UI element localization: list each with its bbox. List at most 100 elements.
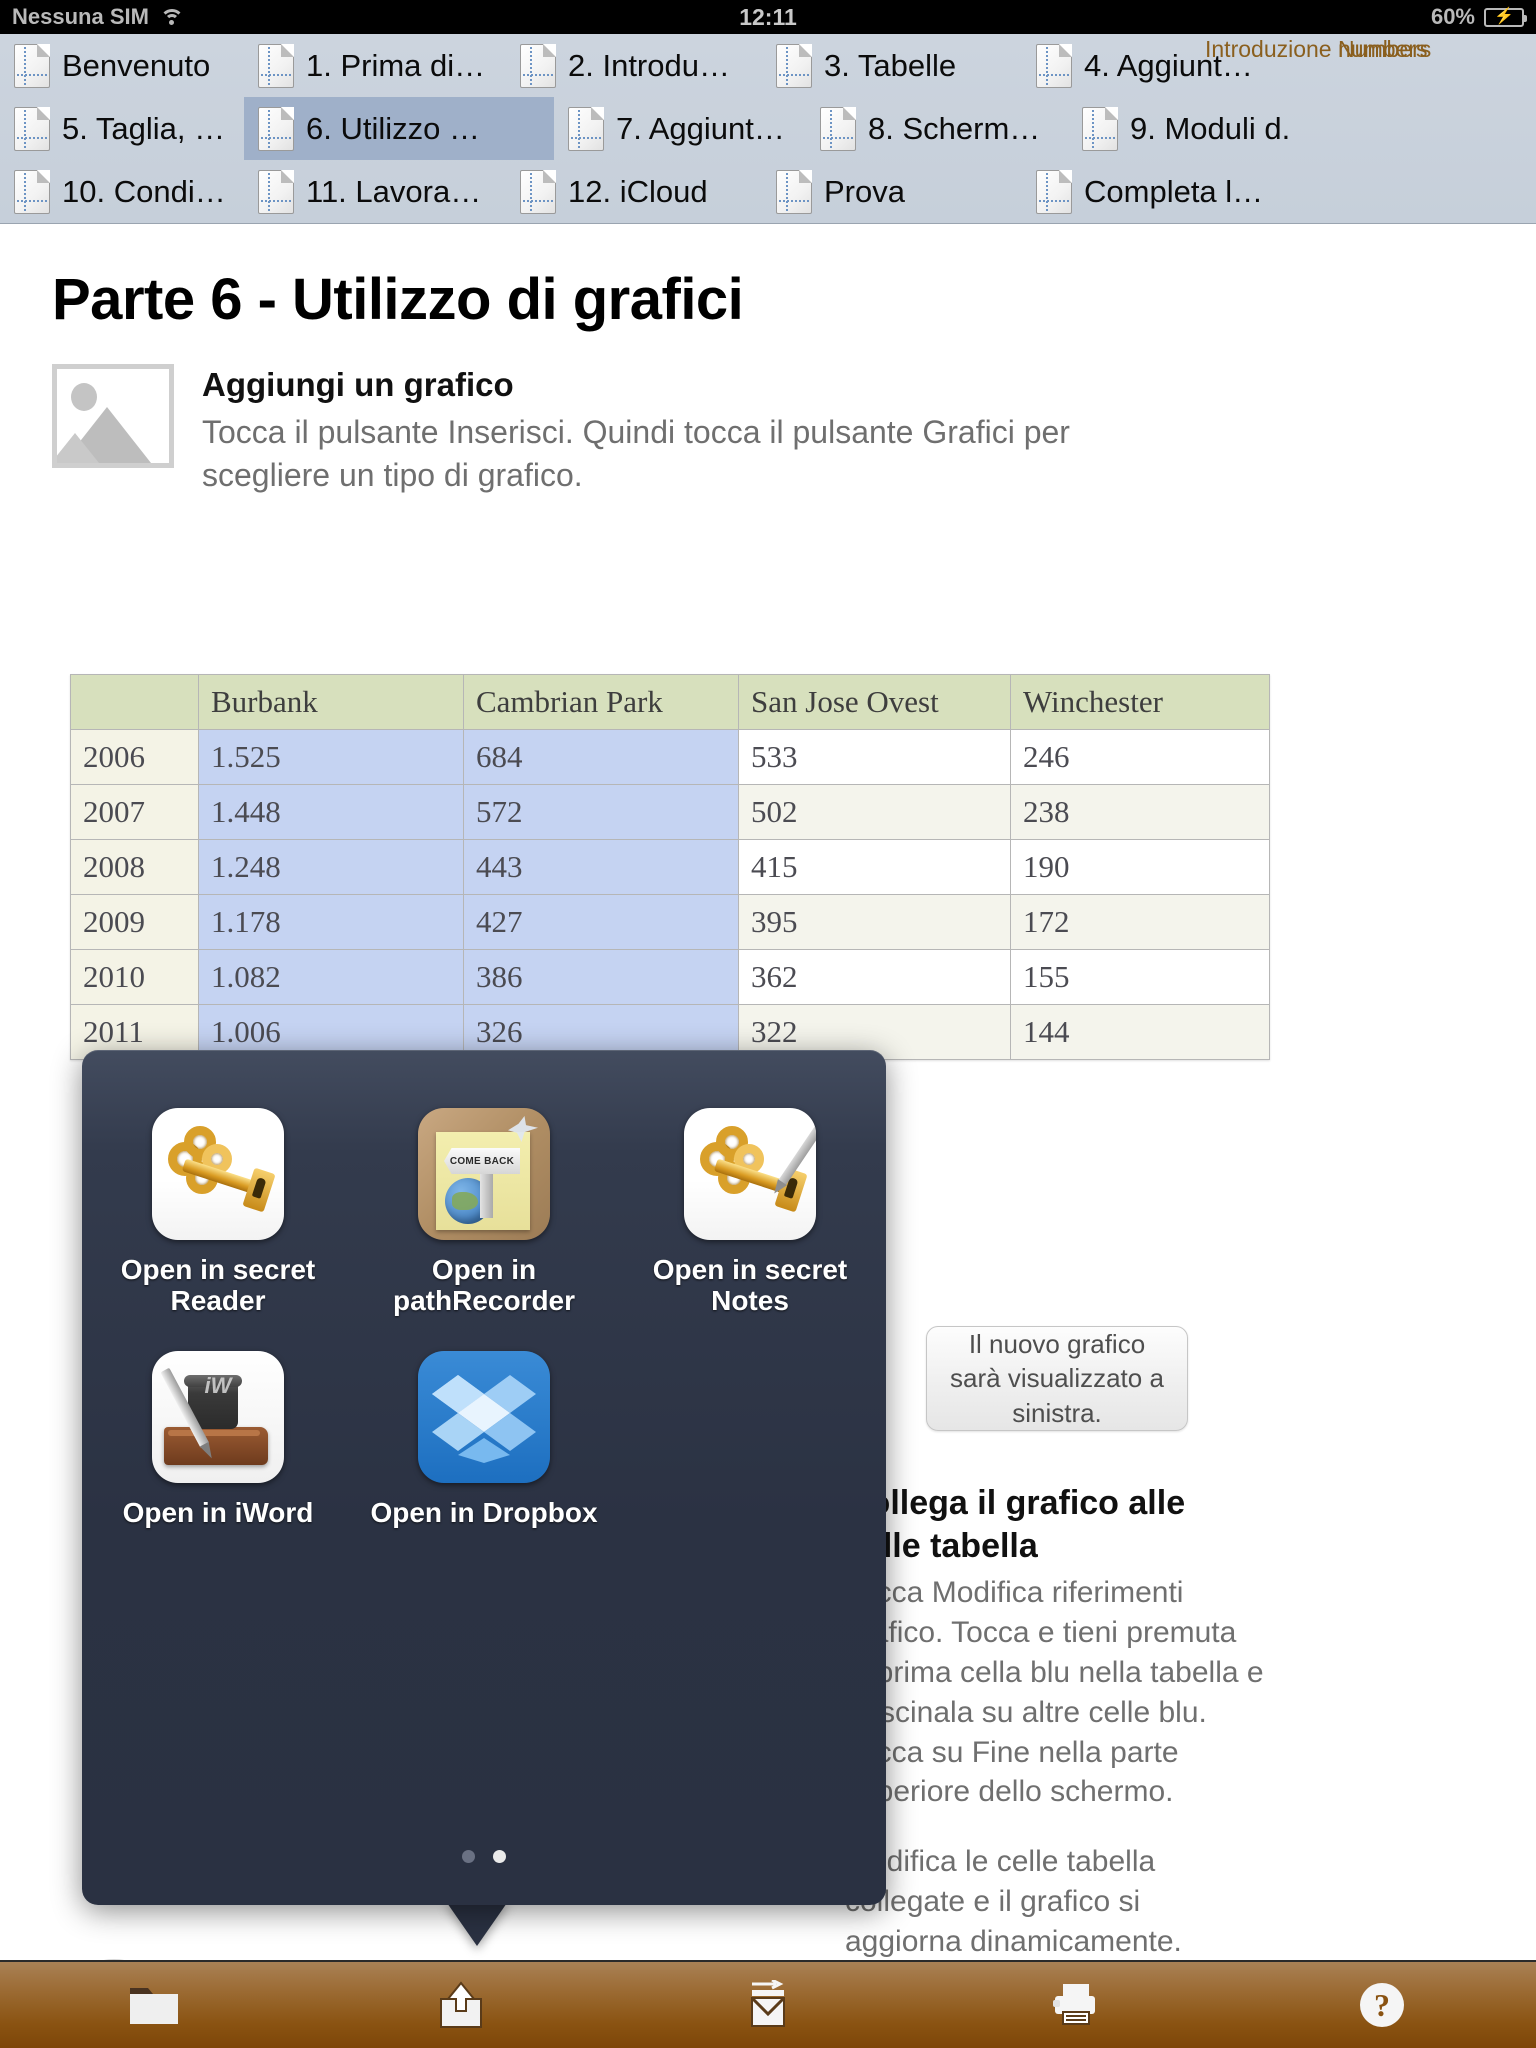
tab-label: 5. Taglia, c… — [62, 110, 226, 146]
tab-tabelle[interactable]: 3. Tabelle — [762, 34, 1022, 97]
tab-schermo[interactable]: 8. Scherm… — [806, 97, 1068, 160]
open-in-secret-reader-button[interactable]: Open in secret Reader — [100, 1108, 336, 1317]
tab-label: 7. Aggiunt… — [616, 110, 785, 146]
add-chart-heading: Aggiungi un grafico — [202, 366, 514, 403]
open-in-iword-button[interactable]: iW Open in iWord — [100, 1350, 336, 1528]
tab-aggiungi-7[interactable]: 7. Aggiunt… — [554, 97, 806, 160]
link-chart-body-2: Modifica le celle tabella collegate e il… — [845, 1845, 1182, 1959]
cell-cambrian-park[interactable]: 684 — [463, 729, 739, 785]
page-dot-1[interactable] — [462, 1850, 475, 1863]
share-export-button[interactable] — [307, 1961, 614, 2048]
tab-moduli[interactable]: 9. Moduli d. — [1068, 97, 1338, 160]
tab-label: 11. Lavora… — [306, 173, 482, 209]
tab-label: 10. Condiv… — [62, 173, 226, 209]
app-label: Open in secret Notes — [652, 1254, 848, 1317]
tab-label: 9. Moduli d. — [1130, 110, 1291, 146]
open-in-share-popover[interactable]: Open in secret Reader COME BACK Open in … — [82, 1050, 886, 1905]
popover-arrow — [445, 1900, 509, 1946]
cell-winchester[interactable]: 155 — [1010, 949, 1270, 1005]
cell-winchester[interactable]: 238 — [1010, 784, 1270, 840]
cell-winchester[interactable]: 190 — [1010, 839, 1270, 895]
table-row[interactable]: 2006 1.525 684 533 246 — [70, 729, 1270, 785]
cell-winchester[interactable]: 246 — [1010, 729, 1270, 785]
cell-burbank[interactable]: 1.082 — [198, 949, 464, 1005]
app-grid: Open in secret Reader COME BACK Open in … — [82, 1108, 886, 1562]
iword-app-icon: iW — [152, 1350, 284, 1483]
tab-lavora[interactable]: 11. Lavora… — [244, 160, 506, 223]
cell-burbank[interactable]: 1.525 — [198, 729, 464, 785]
link-chart-body-1: Tocca Modifica riferimenti grafico. Tocc… — [845, 1576, 1264, 1809]
app-label: Open in secret Reader — [120, 1254, 316, 1317]
data-table[interactable]: Burbank Cambrian Park San Jose Ovest Win… — [70, 674, 1270, 1060]
cell-burbank[interactable]: 1.178 — [198, 894, 464, 950]
app-label: Open in pathRecorder — [392, 1254, 576, 1317]
chart-hint-callout: Il nuovo grafico sarà visualizzato a sin… — [926, 1326, 1188, 1431]
tab-label: 6. Utilizzo … — [306, 110, 480, 146]
battery-charging-icon: ⚡ — [1484, 7, 1527, 27]
table-header-row: Burbank Cambrian Park San Jose Ovest Win… — [70, 674, 1270, 730]
table-row[interactable]: 2007 1.448 572 502 238 — [70, 784, 1270, 840]
status-bar: Nessuna SIM 12:11 60% ⚡ — [0, 0, 1536, 34]
table-header-cambrian-park: Cambrian Park — [463, 674, 739, 730]
folder-icon — [129, 1988, 178, 2024]
document-icon — [258, 43, 294, 88]
document-icon — [1082, 106, 1118, 151]
cell-san-jose-ovest[interactable]: 502 — [738, 784, 1011, 840]
cell-burbank[interactable]: 1.448 — [198, 784, 464, 840]
sign-text: COME BACK — [444, 1148, 520, 1174]
page-dot-2[interactable] — [493, 1850, 506, 1863]
cell-burbank[interactable]: 1.248 — [198, 839, 464, 895]
tab-label: 12. iCloud — [568, 173, 708, 209]
clock-label: 12:11 — [739, 3, 797, 30]
svg-text:?: ? — [1374, 1987, 1390, 2023]
document-icon — [820, 106, 856, 151]
table-row[interactable]: 2010 1.082 386 362 155 — [70, 949, 1270, 1005]
cell-san-jose-ovest[interactable]: 395 — [738, 894, 1011, 950]
mail-send-button[interactable] — [614, 1961, 921, 2048]
table-row[interactable]: 2008 1.248 443 415 190 — [70, 839, 1270, 895]
popover-page-dots[interactable] — [82, 1850, 886, 1863]
tab-completa[interactable]: Completa l… — [1022, 160, 1282, 223]
battery-percent-label: 60% — [1430, 4, 1475, 29]
cell-san-jose-ovest[interactable]: 415 — [738, 839, 1011, 895]
tab-condividi[interactable]: 10. Condiv… — [0, 160, 244, 223]
image-placeholder-icon — [52, 364, 174, 468]
document-icon — [776, 169, 812, 214]
cell-winchester[interactable]: 144 — [1010, 1004, 1270, 1060]
document-icon — [568, 106, 604, 151]
cell-cambrian-park[interactable]: 572 — [463, 784, 739, 840]
print-button[interactable] — [922, 1961, 1229, 2048]
tab-label: 8. Scherm… — [868, 110, 1041, 146]
tab-prova[interactable]: Prova — [762, 160, 1022, 223]
open-in-dropbox-button[interactable]: Open in Dropbox — [366, 1350, 602, 1528]
tab-benvenuto[interactable]: Benvenuto — [0, 34, 244, 97]
cell-cambrian-park[interactable]: 386 — [463, 949, 739, 1005]
table-header-san-jose-ovest: San Jose Ovest — [738, 674, 1011, 730]
cell-san-jose-ovest[interactable]: 362 — [738, 949, 1011, 1005]
table-row[interactable]: 2009 1.178 427 395 172 — [70, 894, 1270, 950]
row-label: 2010 — [70, 949, 199, 1005]
document-icon — [1036, 43, 1072, 88]
help-button[interactable]: ? — [1229, 1961, 1536, 2048]
bottom-toolbar[interactable]: ? — [0, 1960, 1536, 2048]
row-label: 2007 — [70, 784, 199, 840]
cell-san-jose-ovest[interactable]: 533 — [738, 729, 1011, 785]
tab-taglia-copia[interactable]: 5. Taglia, c… — [0, 97, 244, 160]
tab-prima-di[interactable]: 1. Prima di… — [244, 34, 506, 97]
tab-utilizzo-grafici[interactable]: 6. Utilizzo … — [244, 97, 554, 160]
tab-icloud[interactable]: 12. iCloud — [506, 160, 762, 223]
table-corner-cell — [70, 674, 199, 730]
tab-label: Completa l… — [1084, 173, 1264, 209]
open-in-secret-notes-button[interactable]: Open in secret Notes — [632, 1108, 868, 1317]
printer-icon — [1053, 1984, 1096, 2025]
app-label: Open in iWord — [122, 1496, 314, 1528]
document-icon — [520, 43, 556, 88]
tab-introduzione[interactable]: 2. Introduzi… — [506, 34, 762, 97]
folder-button[interactable] — [0, 1961, 307, 2048]
cell-cambrian-park[interactable]: 443 — [463, 839, 739, 895]
cell-winchester[interactable]: 172 — [1010, 894, 1270, 950]
table-header-burbank: Burbank — [198, 674, 464, 730]
cell-cambrian-park[interactable]: 427 — [463, 894, 739, 950]
link-chart-heading: Collega il grafico alle celle tabella — [845, 1484, 1186, 1565]
open-in-pathrecorder-button[interactable]: COME BACK Open in pathRecorder — [366, 1108, 602, 1317]
